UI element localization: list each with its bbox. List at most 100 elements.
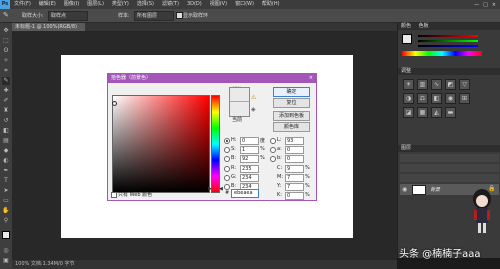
- brightness-input[interactable]: 92: [240, 155, 259, 163]
- maximize-icon[interactable]: □: [483, 2, 488, 8]
- hue-slider[interactable]: [211, 95, 220, 193]
- add-to-swatches-button[interactable]: 添加到色板: [273, 111, 310, 121]
- levels-adjust-icon[interactable]: ▥: [417, 79, 428, 90]
- g-slider[interactable]: [418, 40, 478, 42]
- sample-select[interactable]: 所有图层: [134, 11, 174, 21]
- h-input[interactable]: 0: [240, 137, 259, 145]
- dialog-titlebar[interactable]: 拾色器（前景色） ×: [108, 74, 316, 83]
- hex-input[interactable]: ebeaea: [231, 189, 259, 198]
- sample-size-select[interactable]: 取样点: [48, 11, 88, 21]
- quick-mask-icon[interactable]: ◎: [2, 247, 10, 255]
- bw-adjust-icon[interactable]: ◧: [431, 93, 442, 104]
- posterize-icon[interactable]: ▦: [417, 107, 428, 118]
- y-input[interactable]: 7: [285, 183, 304, 191]
- layer-name[interactable]: 背景: [430, 186, 440, 193]
- color-ramp[interactable]: [402, 51, 482, 56]
- pen-tool-icon[interactable]: ✒: [2, 167, 10, 175]
- hue-adjust-icon[interactable]: ◑: [403, 93, 414, 104]
- dodge-tool-icon[interactable]: ◐: [2, 157, 10, 165]
- c-input[interactable]: 9: [285, 165, 304, 173]
- g-input[interactable]: 234: [240, 174, 259, 182]
- lab-b-input[interactable]: 0: [285, 155, 304, 163]
- visibility-eye-icon[interactable]: ◉: [402, 186, 407, 193]
- layers-tab[interactable]: 图层: [398, 145, 411, 151]
- history-brush-icon[interactable]: ↺: [2, 117, 10, 125]
- photo-filter-icon[interactable]: ◉: [445, 93, 456, 104]
- gradient-map-icon[interactable]: ▬: [445, 107, 456, 118]
- menu-edit[interactable]: 编辑(E): [35, 0, 60, 9]
- gamut-warning-icon[interactable]: ⚠: [251, 94, 256, 101]
- current-color-swatch[interactable]: [229, 101, 250, 117]
- s-input[interactable]: 1: [240, 146, 259, 154]
- adjustments-tab[interactable]: 调整: [398, 68, 411, 74]
- b-slider[interactable]: [418, 45, 478, 47]
- blur-tool-icon[interactable]: ◆: [2, 147, 10, 155]
- panel-foreground-swatch[interactable]: [402, 34, 412, 44]
- menu-filter[interactable]: 滤镜(T): [158, 0, 183, 9]
- gradient-tool-icon[interactable]: ▤: [2, 137, 10, 145]
- quick-select-tool-icon[interactable]: ✧: [2, 57, 10, 65]
- hue-slider-left-arrow-icon[interactable]: ▶: [208, 186, 212, 192]
- brush-tool-icon[interactable]: ✐: [2, 97, 10, 105]
- menu-type[interactable]: 类型(Y): [108, 0, 133, 9]
- g-radio[interactable]: [224, 175, 230, 181]
- reset-button[interactable]: 复位: [273, 98, 310, 108]
- a-radio[interactable]: [270, 147, 276, 153]
- k-input[interactable]: 0: [285, 192, 304, 200]
- path-select-icon[interactable]: ➤: [2, 187, 10, 195]
- blend-mode-bar[interactable]: [400, 164, 499, 172]
- eyedropper-tool-icon[interactable]: ✎: [3, 11, 9, 19]
- eyedropper-icon[interactable]: ✎: [2, 77, 10, 85]
- document-tab[interactable]: 未标题-1 @ 100%(RGB/8): [12, 23, 85, 31]
- r-radio[interactable]: [224, 166, 230, 172]
- swatches-panel-tab[interactable]: 色板: [413, 23, 429, 29]
- color-balance-icon[interactable]: ⚖: [417, 93, 428, 104]
- exposure-adjust-icon[interactable]: ◩: [445, 79, 456, 90]
- hand-tool-icon[interactable]: ✋: [2, 207, 10, 215]
- color-panel-tab[interactable]: 颜色: [398, 23, 411, 29]
- brightness-adjust-icon[interactable]: ☀: [403, 79, 414, 90]
- foreground-color-swatch[interactable]: [2, 231, 10, 239]
- r-slider[interactable]: [418, 35, 478, 37]
- saturation-brightness-field[interactable]: [112, 95, 210, 193]
- screen-mode-icon[interactable]: ▣: [2, 257, 10, 265]
- a-input[interactable]: 0: [285, 146, 304, 154]
- lock-bar[interactable]: [400, 174, 499, 182]
- eraser-tool-icon[interactable]: ◧: [2, 127, 10, 135]
- web-colors-only-checkbox[interactable]: [111, 192, 117, 198]
- lab-b-radio[interactable]: [270, 156, 276, 162]
- menu-layer[interactable]: 图层(L): [83, 0, 108, 9]
- stamp-tool-icon[interactable]: ♜: [2, 107, 10, 115]
- type-tool-icon[interactable]: T: [2, 177, 10, 185]
- menu-help[interactable]: 帮助(H): [258, 0, 284, 9]
- menu-window[interactable]: 窗口(W): [231, 0, 258, 9]
- menu-image[interactable]: 图像(I): [60, 0, 83, 9]
- healing-tool-icon[interactable]: ✚: [2, 87, 10, 95]
- curves-adjust-icon[interactable]: ∿: [431, 79, 442, 90]
- minimize-icon[interactable]: —: [474, 2, 479, 8]
- brightness-radio[interactable]: [224, 156, 230, 162]
- menu-file[interactable]: 文件(F): [10, 0, 35, 9]
- marquee-tool-icon[interactable]: ⬚: [2, 37, 10, 45]
- show-sampling-ring-checkbox[interactable]: [176, 12, 183, 19]
- menu-3d[interactable]: 3D(D): [183, 0, 206, 9]
- channel-mixer-icon[interactable]: ⊞: [459, 93, 470, 104]
- color-picker-marker[interactable]: [112, 101, 117, 106]
- s-radio[interactable]: [224, 147, 230, 153]
- web-safe-cube-icon[interactable]: ◈: [251, 106, 256, 113]
- ok-button[interactable]: 确定: [273, 87, 310, 97]
- close-icon[interactable]: ×: [492, 2, 496, 8]
- invert-icon[interactable]: ◪: [403, 107, 414, 118]
- zoom-tool-icon[interactable]: ⚲: [2, 217, 10, 225]
- threshold-icon[interactable]: ◭: [431, 107, 442, 118]
- r-input[interactable]: 235: [240, 165, 259, 173]
- l-radio[interactable]: [270, 138, 276, 144]
- h-radio[interactable]: [224, 138, 230, 144]
- vibrance-adjust-icon[interactable]: ▽: [459, 79, 470, 90]
- dialog-close-icon[interactable]: ×: [309, 74, 313, 83]
- move-tool-icon[interactable]: ✥: [2, 27, 10, 35]
- shape-tool-icon[interactable]: ▭: [2, 197, 10, 205]
- menu-select[interactable]: 选择(S): [133, 0, 158, 9]
- l-input[interactable]: 93: [285, 137, 304, 145]
- lasso-tool-icon[interactable]: ʘ: [2, 47, 10, 55]
